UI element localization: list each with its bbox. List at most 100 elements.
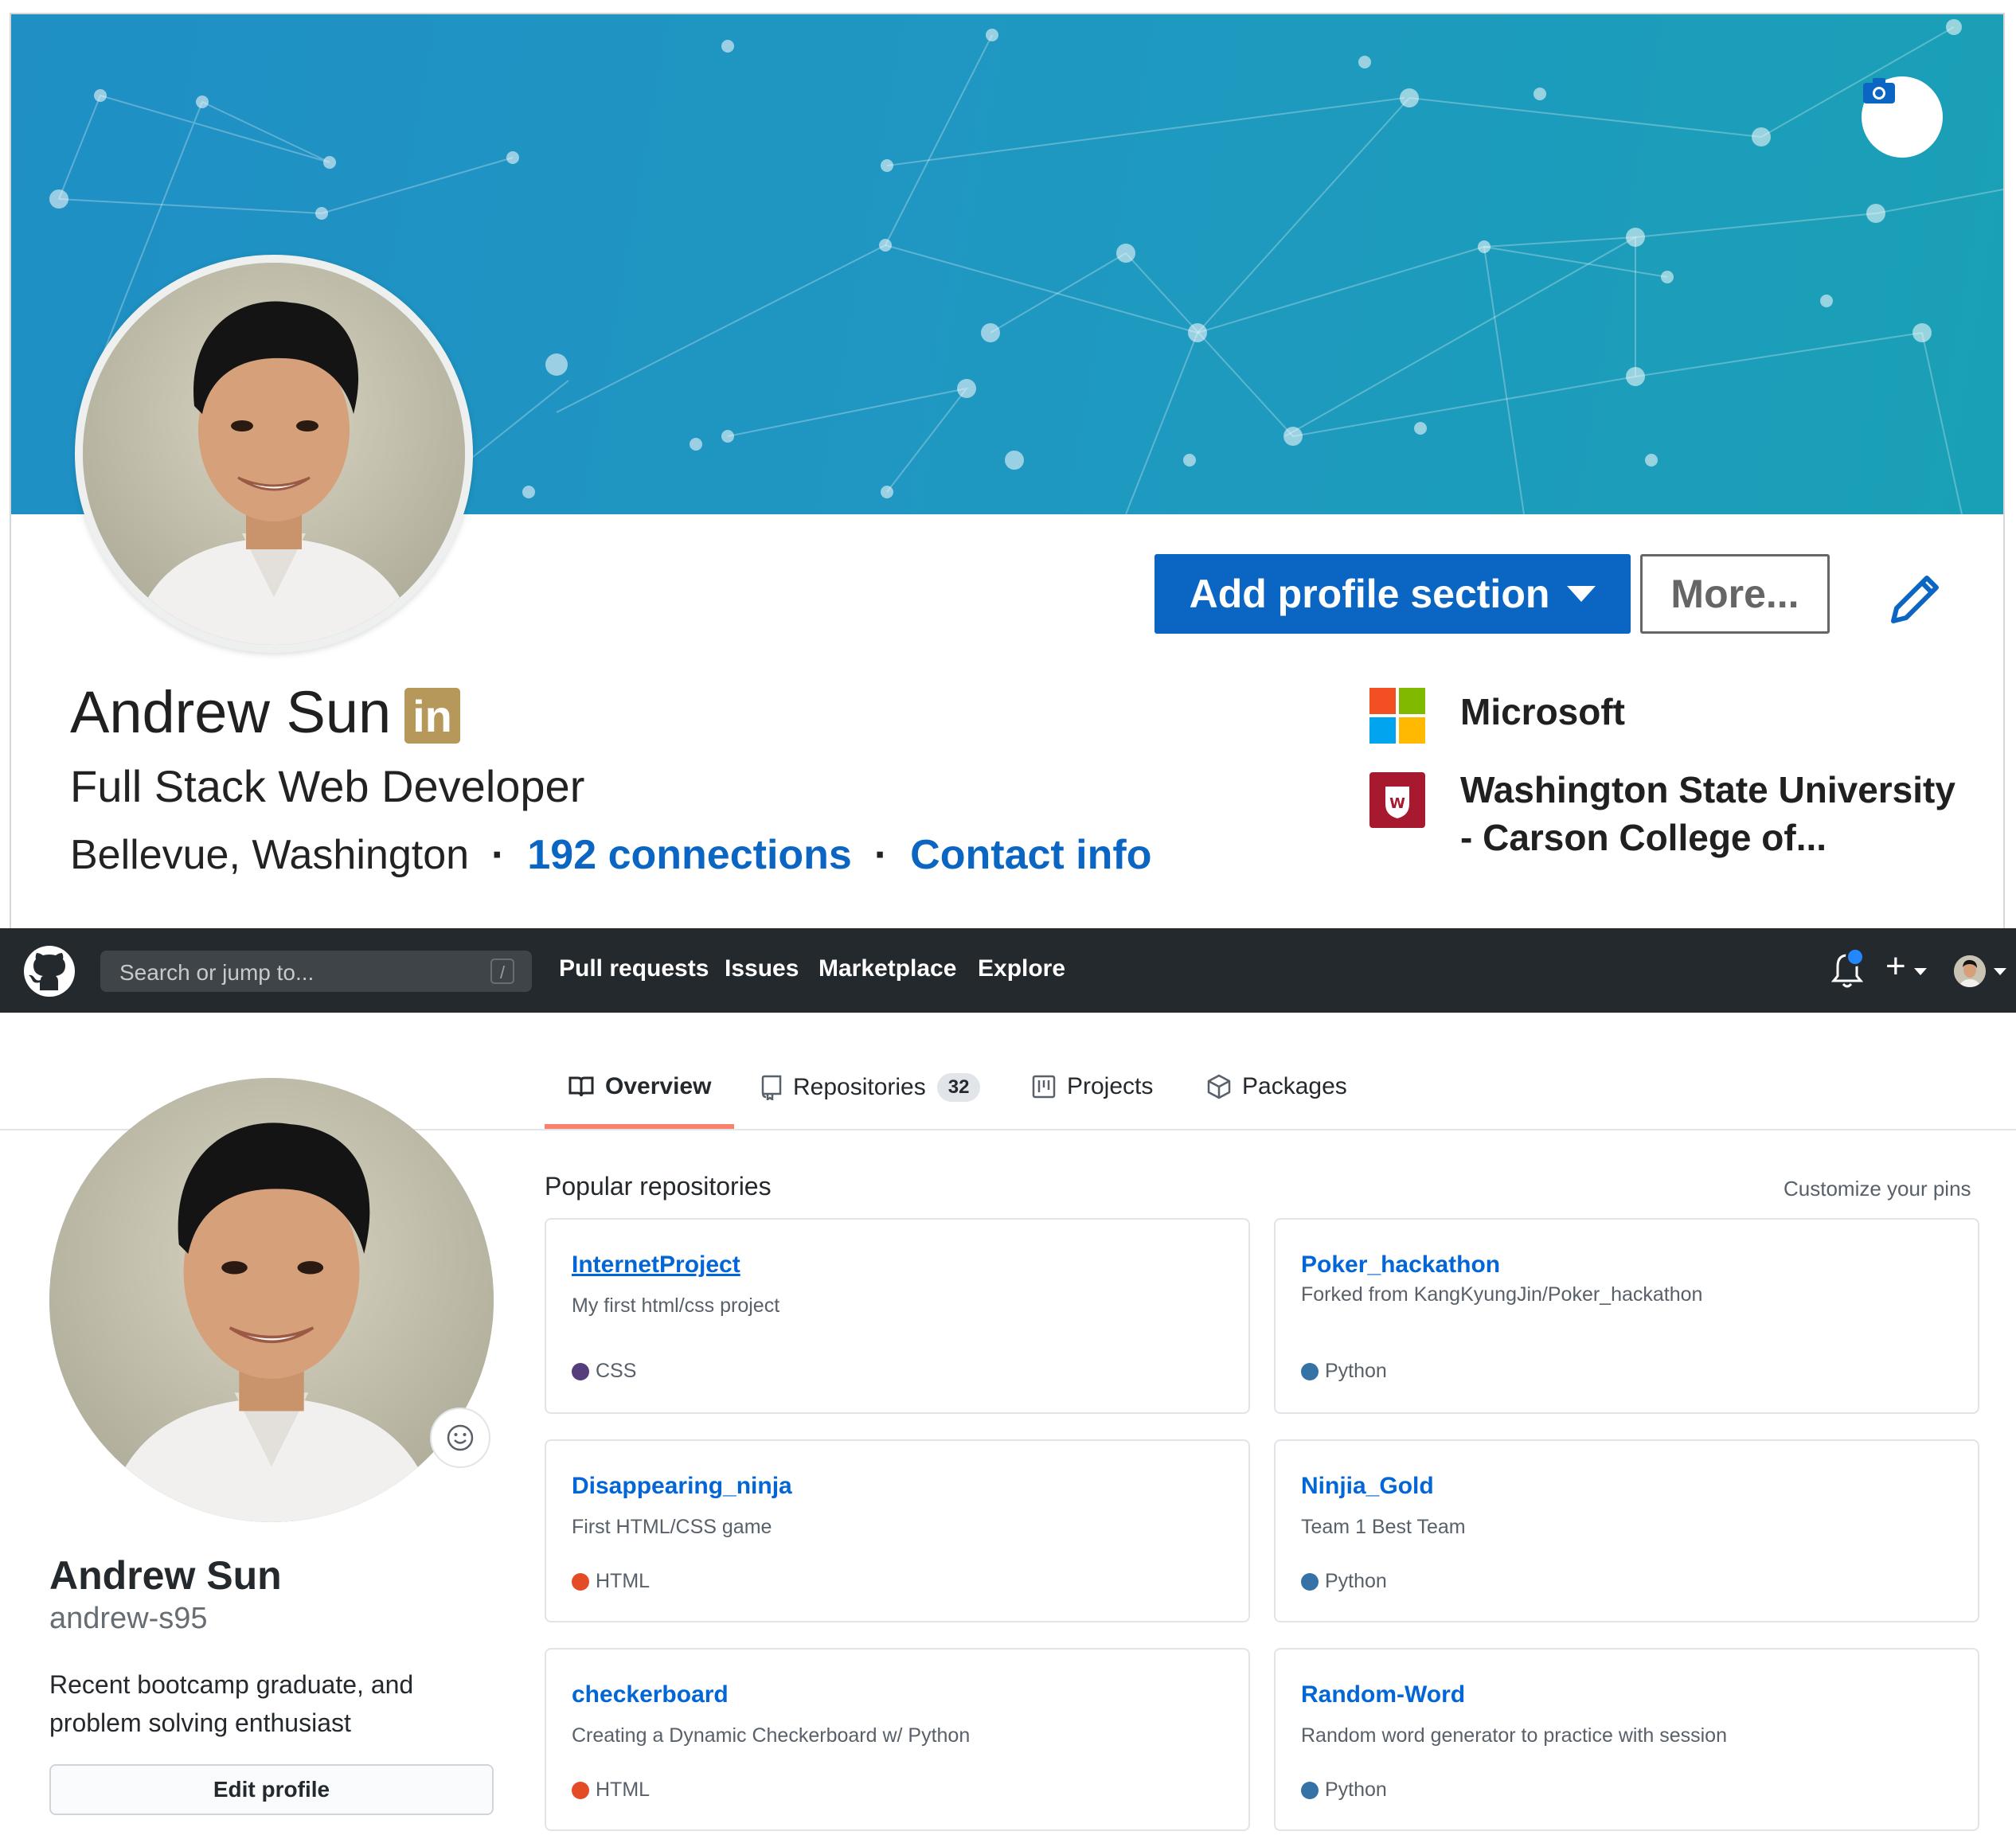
- profile-bio: Recent bootcamp graduate, and problem so…: [49, 1670, 414, 1737]
- nav-issues[interactable]: Issues: [725, 955, 799, 982]
- tab-label: Projects: [1067, 1073, 1154, 1099]
- tab-label: Packages: [1242, 1073, 1347, 1099]
- repo-card: Poker_hackathon Forked from KangKyungJin…: [1274, 1218, 1979, 1414]
- github-header: Search or jump to... / Pull requests Iss…: [0, 928, 2016, 1013]
- nav-marketplace[interactable]: Marketplace: [819, 955, 956, 982]
- repo-card: Random-Word Random word generator to pra…: [1274, 1648, 1979, 1831]
- repo-link[interactable]: Ninjia_Gold: [1301, 1473, 1434, 1500]
- customize-pins-link[interactable]: Customize your pins: [1784, 1177, 1971, 1201]
- profile-headline: Full Stack Web Developer: [70, 761, 585, 811]
- profile-fullname: Andrew Sun: [49, 1553, 282, 1598]
- repo-language: Python: [1301, 1360, 1387, 1383]
- tab-packages[interactable]: Packages: [1207, 1073, 1347, 1100]
- repo-card: Ninjia_Gold Team 1 Best Team Python: [1274, 1439, 1979, 1622]
- repo-card: InternetProject My first html/css projec…: [545, 1218, 1250, 1414]
- search-shortcut-hint: /: [490, 959, 514, 984]
- repo-fork-source: Forked from KangKyungJin/Poker_hackathon: [1301, 1283, 1703, 1306]
- repo-language: Python: [1301, 1778, 1387, 1802]
- separator: ·: [491, 832, 506, 878]
- repo-description: My first html/css project: [572, 1294, 780, 1317]
- create-new-button[interactable]: +: [1885, 949, 1906, 984]
- add-profile-section-label: Add profile section: [1189, 572, 1550, 616]
- language-color-dot: [572, 1362, 589, 1380]
- repo-language: CSS: [572, 1360, 636, 1383]
- tab-label: Overview: [605, 1073, 712, 1099]
- language-color-dot: [572, 1781, 589, 1799]
- package-icon: [1207, 1074, 1231, 1099]
- profile-photo[interactable]: [75, 255, 473, 653]
- camera-icon: [1863, 78, 1895, 103]
- change-cover-photo-button[interactable]: [1862, 76, 1943, 158]
- nav-pull-requests[interactable]: Pull requests: [559, 955, 709, 982]
- separator: ·: [873, 832, 889, 878]
- language-name: CSS: [596, 1360, 637, 1382]
- repo-link[interactable]: Poker_hackathon: [1301, 1251, 1500, 1279]
- pencil-icon[interactable]: [1887, 570, 1944, 627]
- smiley-icon: [447, 1424, 474, 1451]
- connections-link[interactable]: 192 connections: [527, 834, 851, 876]
- profile-name: Andrew Sun: [70, 679, 392, 745]
- wsu-logo-icon: W: [1369, 772, 1425, 828]
- language-color-dot: [1301, 1362, 1319, 1380]
- repo-card: checkerboard Creating a Dynamic Checkerb…: [545, 1648, 1250, 1831]
- linkedin-profile-card: Add profile section More... Andrew Sun i…: [10, 13, 2005, 930]
- language-color-dot: [1301, 1781, 1319, 1799]
- language-name: Python: [1325, 1570, 1387, 1592]
- notification-indicator: [1846, 947, 1865, 966]
- avatar-image: [1954, 955, 1986, 987]
- repo-description: Random word generator to practice with s…: [1301, 1724, 1727, 1747]
- profile-avatar[interactable]: [49, 1078, 494, 1522]
- profile-avatar-image: [49, 1078, 494, 1522]
- repo-language: HTML: [572, 1570, 650, 1593]
- language-color-dot: [572, 1572, 589, 1591]
- popular-repositories-heading: Popular repositories: [545, 1172, 772, 1201]
- book-icon: [568, 1076, 594, 1097]
- set-status-button[interactable]: [430, 1408, 490, 1468]
- more-button-label: More...: [1670, 572, 1799, 616]
- tab-repositories[interactable]: Repositories 32: [761, 1073, 981, 1102]
- tab-label: Repositories: [793, 1074, 926, 1100]
- language-name: Python: [1325, 1778, 1387, 1801]
- repo-card: Disappearing_ninja First HTML/CSS game H…: [545, 1439, 1250, 1622]
- edit-profile-button[interactable]: Edit profile: [49, 1764, 494, 1815]
- repo-description: First HTML/CSS game: [572, 1516, 772, 1538]
- more-button[interactable]: More...: [1640, 554, 1830, 634]
- search-input[interactable]: Search or jump to... /: [100, 951, 532, 992]
- language-color-dot: [1301, 1572, 1319, 1591]
- repo-language: Python: [1301, 1570, 1387, 1593]
- repo-icon: [761, 1075, 782, 1100]
- edit-profile-label: Edit profile: [213, 1777, 330, 1802]
- add-profile-section-button[interactable]: Add profile section: [1155, 554, 1631, 634]
- project-icon: [1032, 1075, 1056, 1099]
- repo-description: Creating a Dynamic Checkerboard w/ Pytho…: [572, 1724, 971, 1747]
- repo-link[interactable]: Disappearing_ninja: [572, 1473, 792, 1500]
- repo-link[interactable]: checkerboard: [572, 1681, 729, 1708]
- profile-location: Bellevue, Washington: [70, 832, 470, 878]
- user-menu-avatar[interactable]: [1954, 955, 1986, 987]
- github-logo-icon[interactable]: [22, 944, 76, 998]
- linkedin-badge-icon: in: [404, 688, 460, 744]
- nav-explore[interactable]: Explore: [978, 955, 1065, 982]
- repo-link[interactable]: Random-Word: [1301, 1681, 1465, 1708]
- repo-link[interactable]: InternetProject: [572, 1251, 740, 1279]
- org-name: Microsoft: [1460, 691, 1625, 732]
- org-microsoft[interactable]: Microsoft: [1369, 688, 1625, 744]
- caret-down-icon: [1567, 586, 1596, 602]
- repositories-count-badge: 32: [936, 1073, 981, 1102]
- microsoft-logo-icon: [1369, 688, 1425, 744]
- chevron-down-icon: [1994, 968, 2006, 975]
- repo-description: Team 1 Best Team: [1301, 1516, 1466, 1538]
- contact-info-link[interactable]: Contact info: [910, 834, 1151, 876]
- language-name: HTML: [596, 1778, 651, 1801]
- tab-overview[interactable]: Overview: [568, 1073, 711, 1100]
- org-wsu[interactable]: W Washington State University - Carson C…: [1369, 769, 1975, 861]
- active-tab-indicator: [545, 1124, 734, 1129]
- language-name: HTML: [596, 1570, 651, 1592]
- tab-projects[interactable]: Projects: [1032, 1073, 1153, 1100]
- profile-photo-image: [83, 263, 465, 645]
- language-name: Python: [1325, 1360, 1387, 1382]
- chevron-down-icon: [1914, 968, 1927, 975]
- org-name: Washington State University - Carson Col…: [1460, 769, 1955, 858]
- svg-text:W: W: [1389, 795, 1405, 812]
- repo-language: HTML: [572, 1778, 650, 1802]
